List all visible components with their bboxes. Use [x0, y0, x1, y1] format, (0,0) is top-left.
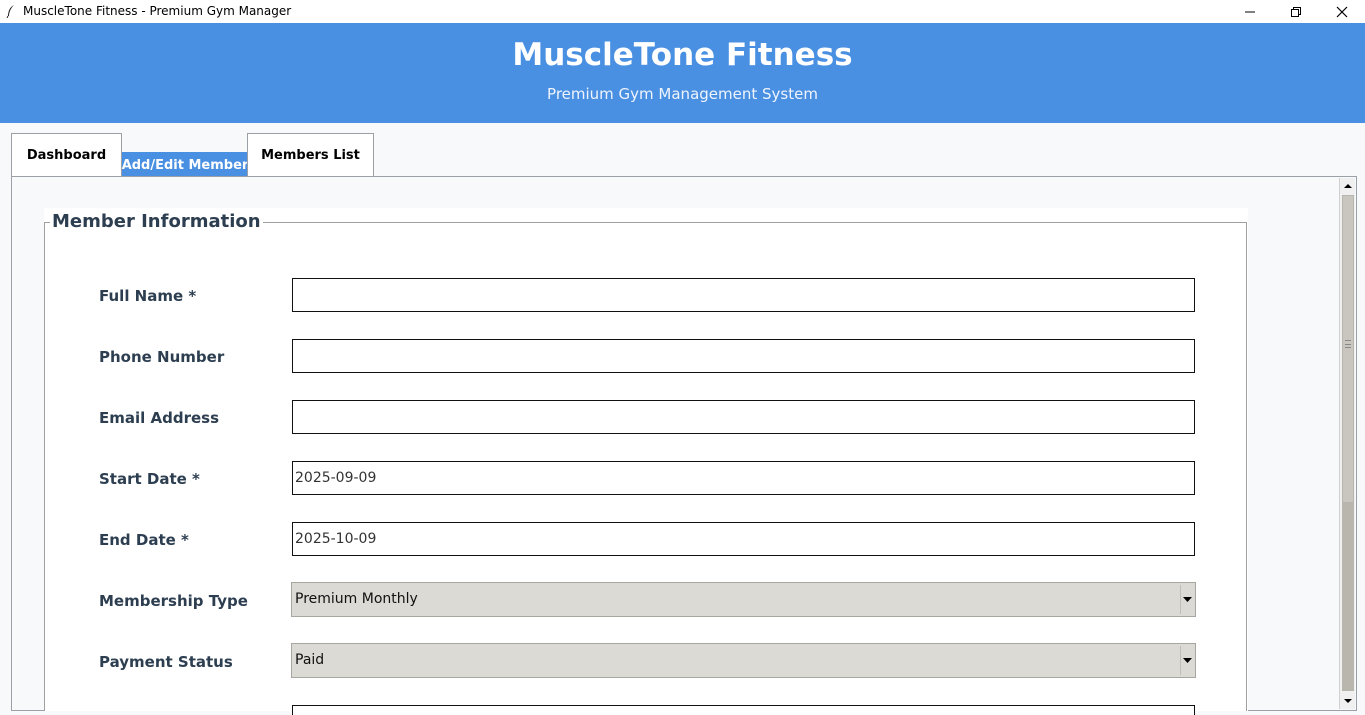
window-titlebar: MuscleTone Fitness - Premium Gym Manager [0, 0, 1365, 23]
email-address-label: Email Address [99, 409, 220, 427]
start-date-label: Start Date * [99, 470, 200, 488]
payment-status-dropdown-button[interactable] [1180, 646, 1193, 675]
chevron-down-icon [1344, 699, 1352, 703]
email-address-input[interactable] [292, 400, 1195, 434]
minimize-button[interactable] [1227, 0, 1273, 23]
scroll-up-button[interactable] [1340, 178, 1356, 194]
chevron-down-icon [1182, 658, 1192, 663]
end-date-label: End Date * [99, 531, 189, 549]
grip-icon [1345, 340, 1351, 348]
close-icon [1336, 6, 1348, 17]
window-title: MuscleTone Fitness - Premium Gym Manager [23, 4, 292, 18]
end-date-input[interactable] [292, 522, 1195, 556]
close-button[interactable] [1319, 0, 1365, 23]
scrollbar-thumb[interactable] [1342, 195, 1354, 503]
membership-type-select[interactable]: Premium Monthly [291, 582, 1196, 617]
phone-number-label: Phone Number [99, 348, 225, 366]
app-header: MuscleTone Fitness Premium Gym Managemen… [0, 23, 1365, 123]
tab-members-list[interactable]: Members List [247, 133, 374, 177]
minimize-icon [1245, 11, 1255, 12]
next-field-input[interactable] [292, 705, 1195, 715]
tab-add-edit-member[interactable]: Add/Edit Member [122, 152, 248, 177]
chevron-down-icon [1182, 597, 1192, 602]
chevron-up-icon [1344, 184, 1352, 188]
scroll-down-button[interactable] [1340, 693, 1356, 709]
restore-button[interactable] [1273, 0, 1319, 23]
vertical-scrollbar[interactable] [1339, 178, 1355, 709]
feather-icon [6, 5, 14, 18]
full-name-input[interactable] [292, 278, 1195, 312]
scrollbar-track[interactable] [1342, 503, 1354, 691]
app-title: MuscleTone Fitness [512, 37, 853, 73]
section-title: Member Information [50, 211, 263, 232]
payment-status-select[interactable]: Paid [291, 643, 1196, 678]
payment-status-value: Paid [295, 652, 325, 668]
app-subtitle: Premium Gym Management System [547, 85, 818, 103]
full-name-label: Full Name * [99, 287, 197, 305]
tab-dashboard[interactable]: Dashboard [11, 133, 122, 177]
membership-type-value: Premium Monthly [295, 591, 418, 607]
phone-number-input[interactable] [292, 339, 1195, 373]
start-date-input[interactable] [292, 461, 1195, 495]
payment-status-label: Payment Status [99, 653, 233, 671]
membership-type-label: Membership Type [99, 592, 248, 610]
membership-type-dropdown-button[interactable] [1180, 585, 1193, 614]
restore-icon [1291, 6, 1301, 17]
